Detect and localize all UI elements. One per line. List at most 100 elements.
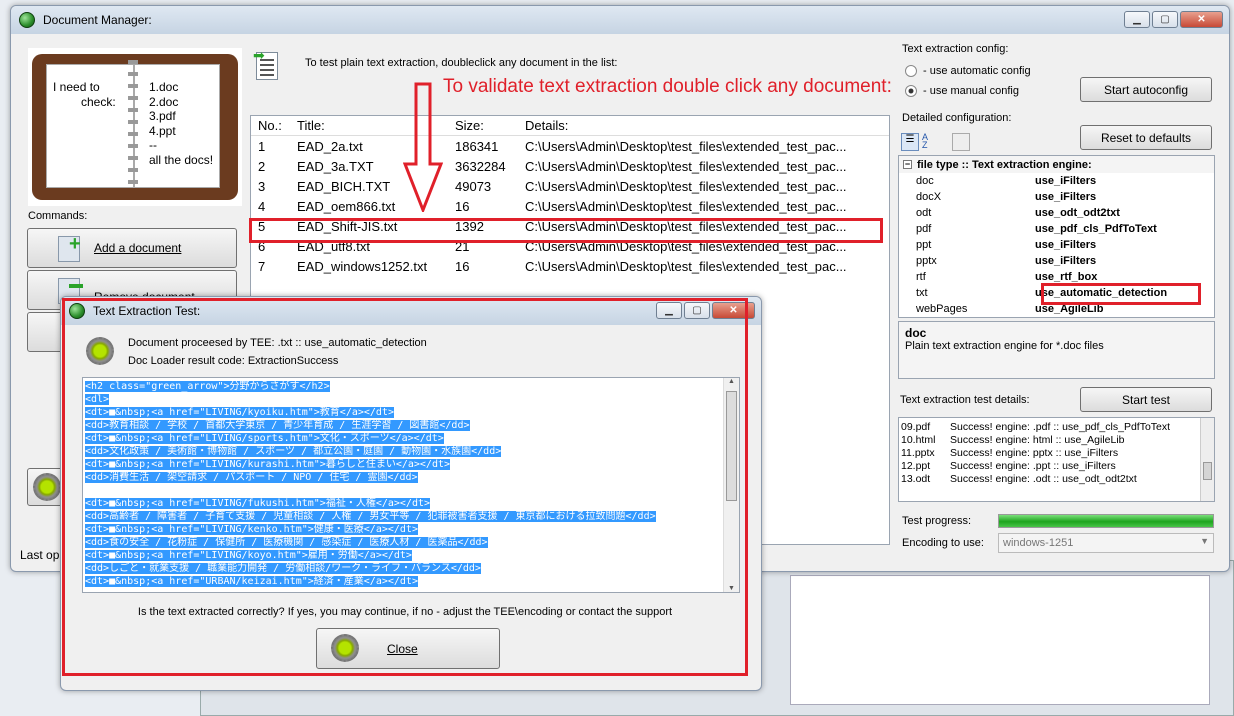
table-row[interactable]: 3 EAD_BICH.TXT 49073 C:\Users\Admin\Desktop… [251,176,889,196]
extracted-line: <dt>■&nbsp;<a href="LIVING/fukushi.htm">… [85,497,737,510]
table-cell-details: C:\Users\Admin\Desktop\test_files\extend… [525,178,847,194]
log-file: 09.pdf [901,421,931,433]
start-autoconfig-button[interactable]: Start autoconfig [1080,77,1212,102]
extracted-line-text: <dt>■&nbsp;<a href="LIVING/kyoiku.htm">教… [85,407,394,418]
log-message: Success! engine: .pdf :: use_pdf_cls_Pdf… [950,421,1171,433]
progress-label: Test progress: [902,515,972,527]
property-key: pdf [916,223,932,235]
highlight-row-5 [249,218,883,243]
background-panel [790,575,1210,705]
col-no[interactable]: No.: [251,118,290,133]
property-value[interactable]: use_iFilters [1035,255,1096,267]
auto-config-radio[interactable]: - use automatic config [905,65,1031,77]
table-row[interactable]: 2 EAD_3a.TXT 3632284 C:\Users\Admin\Desktop… [251,156,889,176]
main-window-title: Document Manager: [43,13,152,27]
property-row[interactable]: ppt use_iFilters [899,237,1214,253]
extracted-line-text: <dt>■&nbsp;<a href="LIVING/kenko.htm">健康… [85,524,418,535]
table-cell-title: EAD_windows1252.txt [297,258,428,274]
dialog-question: Is the text extracted correctly? If yes,… [137,606,673,618]
description-title: doc [905,326,927,340]
extracted-line: <dd>消費生活 / 架空請求 / パスポート / NPO / 住宅 / 霊園<… [85,471,737,484]
notebook-right-line-2: 2.doc [149,94,179,109]
test-log: 09.pdf Success! engine: .pdf :: use_pdf_c… [898,417,1215,502]
property-row[interactable]: docX use_iFilters [899,189,1214,205]
property-row[interactable]: doc use_iFilters [899,173,1214,189]
table-cell-size: 16 [455,198,470,214]
property-row[interactable]: pptx use_iFilters [899,253,1214,269]
notebook-right-line-6: all the docs! [149,152,214,167]
minimize-button[interactable]: ▁ [1124,11,1150,28]
col-details[interactable]: Details: [518,118,878,133]
property-key: rtf [916,271,926,283]
table-row[interactable]: 7 EAD_windows1252.txt 16 C:\Users\Admin\Des… [251,256,889,276]
property-value[interactable]: use_odt_odt2txt [1035,207,1120,219]
log-file: 12.ppt [901,460,931,472]
list-hint: To test plain text extraction, doublecli… [305,57,618,69]
encoding-value: windows-1251 [1003,537,1074,549]
manual-config-radio[interactable]: - use manual config [905,85,1019,97]
table-cell-details: C:\Users\Admin\Desktop\test_files\extend… [525,158,847,174]
log-file: 10.html [901,434,936,446]
test-progress-fill [999,515,1213,527]
test-log-scrollbar[interactable] [1200,418,1214,501]
test-log-rows: 09.pdf Success! engine: .pdf :: use_pdf_c… [901,421,1212,486]
extracted-line: <h2 class="green_arrow">分野からさがす</h2> [85,380,737,393]
table-row[interactable]: 1 EAD_2a.txt 186341 C:\Users\Admin\Desktop\… [251,136,889,156]
log-message: Success! engine: .ppt :: use_iFilters [950,460,1116,472]
notebook-left-line-2: check: [81,95,116,109]
extracted-line: <dd>食の安全 / 花粉症 / 保健所 / 医療機関 / 感染症 / 医療人材… [85,536,737,549]
add-document-button[interactable]: + Add a document [27,228,237,268]
log-row: 09.pdf Success! engine: .pdf :: use_pdf_c… [901,421,1212,434]
main-window-controls: ▁ ▢ ✕ [1124,11,1223,28]
property-key: docX [916,191,942,203]
collapse-icon[interactable]: − [903,160,912,169]
property-row[interactable]: odt use_odt_odt2txt [899,205,1214,221]
maximize-button[interactable]: ▢ [1152,11,1178,28]
notebook-rings [128,60,138,192]
table-cell-size: 16 [455,258,470,274]
property-pages-icon[interactable] [952,133,970,151]
description-text: Plain text extraction engine for *.doc f… [905,340,1104,352]
extracted-text-box[interactable]: <h2 class="green_arrow">分野からさがす</h2> <dl>… [82,377,740,593]
reset-defaults-button[interactable]: Reset to defaults [1080,125,1212,150]
property-value[interactable]: use_rtf_box [1035,271,1097,283]
table-cell-no: 2 [258,158,266,174]
dialog-close-button[interactable]: Close [316,628,500,669]
table-cell-no: 1 [258,138,266,154]
extracted-text-scrollbar[interactable]: ▲ ▼ [723,378,739,592]
property-key: pptx [916,255,937,267]
col-size[interactable]: Size: [448,118,518,133]
table-row[interactable]: 4 EAD_oem866.txt 16 C:\Users\Admin\Desktop\… [251,196,889,216]
config-label: Text extraction config: [902,43,1009,55]
add-document-icon: + [58,233,81,262]
auto-config-label: - use automatic config [923,65,1031,77]
app-globe-icon [19,12,35,28]
extracted-line [85,484,737,497]
property-value[interactable]: use_iFilters [1035,239,1096,251]
annotation-text: To validate text extraction double click… [443,76,892,97]
log-file: 11.pptx [901,447,935,459]
extracted-line: <dd>しごと・就業支援 / 職業能力開発 / 労働相談/ワーク・ライフ・バラン… [85,562,737,575]
document-list-header: No.: Title: Size: Details: [251,116,889,136]
encoding-select[interactable]: windows-1251 ▼ [998,533,1214,553]
categorized-icon[interactable]: ☰ [901,133,919,151]
start-test-button[interactable]: Start test [1080,387,1212,412]
property-value[interactable]: use_iFilters [1035,191,1096,203]
test-details-label: Text extraction test details: [900,394,1030,406]
property-key: odt [916,207,932,219]
extracted-line: <dd>文化政策 / 美術館・博物館 / スポーツ / 都立公園・庭園 / 動物… [85,445,737,458]
property-key: txt [916,287,928,299]
extracted-line-text: <dt>■&nbsp;<a href="LIVING/fukushi.htm">… [85,498,431,509]
extracted-line-text: <dd>教育相談 / 学校 / 首都大学東京 / 青少年育成 / 生涯学習 / … [85,420,470,431]
sort-alpha-icon[interactable]: AZ [922,133,940,151]
extracted-line: <dt>■&nbsp;<a href="LIVING/kyoiku.htm">教… [85,406,737,419]
manual-config-label: - use manual config [923,85,1019,97]
property-row[interactable]: pdf use_pdf_cls_PdfToText [899,221,1214,237]
extracted-line: <dd>高齢者 / 障害者 / 子育て支援 / 児童相談 / 人権 / 男女平等… [85,510,737,523]
property-value[interactable]: use_iFilters [1035,175,1096,187]
close-window-button[interactable]: ✕ [1180,11,1223,28]
extracted-line: <dt>■&nbsp;<a href="LIVING/kenko.htm">健康… [85,523,737,536]
extracted-line: <dt>■&nbsp;<a href="LIVING/sports.htm">文… [85,432,737,445]
property-value[interactable]: use_pdf_cls_PdfToText [1035,223,1157,235]
extracted-line-text: <h2 class="green_arrow">分野からさがす</h2> [85,381,330,392]
